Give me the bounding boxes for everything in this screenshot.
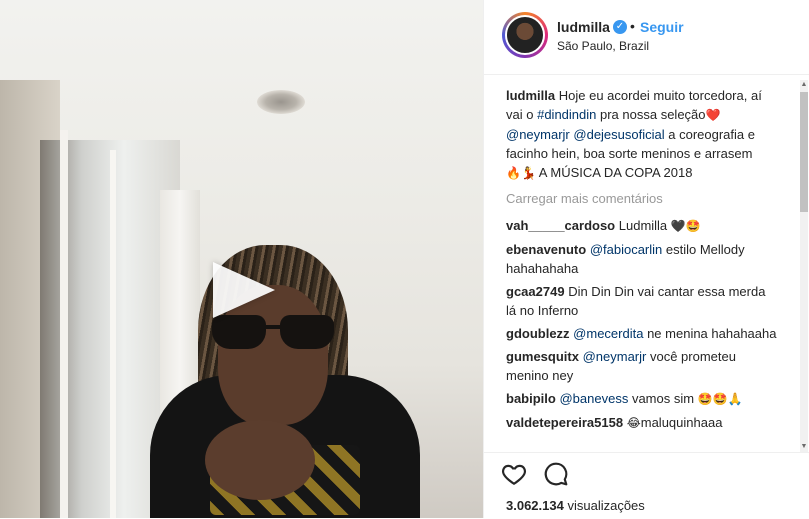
comments-section: ludmilla Hoje eu acordei muito torcedora… — [506, 86, 778, 456]
scroll-down-arrow-icon[interactable]: ▼ — [800, 442, 808, 452]
comment-item: ebenavenuto @fabiocarlin estilo Mellody … — [506, 240, 778, 278]
mention-link[interactable]: @neymarjr — [583, 349, 647, 364]
caption-username[interactable]: ludmilla — [506, 88, 555, 103]
comment-item: valdetepereira5158 😂maluquinhaaa — [506, 413, 778, 433]
avatar[interactable] — [502, 12, 548, 58]
avatar-image — [505, 15, 545, 55]
scrollbar-thumb[interactable] — [800, 92, 808, 212]
load-more-comments[interactable]: Carregar mais comentários — [506, 189, 778, 208]
separator-dot: • — [630, 18, 635, 34]
comment-item: gcaa2749 Din Din Din vai cantar essa mer… — [506, 282, 778, 320]
view-count-number: 3.062.134 — [506, 498, 564, 513]
hands — [205, 420, 315, 500]
comment-username[interactable]: babipilo — [506, 391, 556, 406]
post-actions: 3.062.134 visualizações — [484, 452, 809, 519]
caption-text: A MÚSICA DA COPA 2018 — [538, 165, 693, 180]
verified-badge-icon: ✓ — [613, 20, 627, 34]
sunglasses — [212, 315, 336, 351]
window-frame — [60, 130, 68, 518]
mention-link[interactable]: @banevess — [559, 391, 628, 406]
comment-text: vamos sim — [631, 391, 695, 406]
window-frame — [110, 150, 116, 518]
heart-emoji: ❤️ — [705, 108, 721, 122]
comment-username[interactable]: valdetepereira5158 — [506, 415, 623, 430]
comment-text: ne menina hahahaaha — [647, 326, 777, 341]
comment-username[interactable]: ebenavenuto — [506, 242, 586, 257]
mention-link[interactable]: @fabiocarlin — [590, 242, 662, 257]
post-header: ludmilla ✓ • Seguir São Paulo, Brazil — [484, 0, 809, 75]
post-sidebar: ludmilla ✓ • Seguir São Paulo, Brazil lu… — [483, 0, 809, 518]
lens — [212, 315, 266, 349]
scroll-up-arrow-icon[interactable]: ▲ — [800, 80, 808, 90]
comment-item: gumesquitx @neymarjr você prometeu menin… — [506, 347, 778, 385]
location-link[interactable]: São Paulo, Brazil — [557, 39, 649, 53]
view-count-label: visualizações — [567, 498, 645, 513]
comment-username[interactable]: gcaa2749 — [506, 284, 565, 299]
comment-icon[interactable] — [543, 461, 573, 491]
comments-scrollbar[interactable]: ▲ ▼ — [800, 80, 808, 452]
lens — [280, 315, 334, 349]
comment-item: gdoublezz @mecerdita ne menina hahahaaha — [506, 324, 778, 343]
comment-item: vah_____cardoso Ludmilla 🖤🤩 — [506, 216, 778, 236]
view-count: 3.062.134 visualizações — [506, 498, 645, 513]
username[interactable]: ludmilla — [557, 19, 610, 35]
mention-link[interactable]: @dejesusoficial — [573, 127, 664, 142]
comment-username[interactable]: vah_____cardoso — [506, 218, 615, 233]
caption-emojis: 🔥💃 — [506, 166, 536, 180]
comment-username[interactable]: gdoublezz — [506, 326, 570, 341]
play-icon[interactable] — [213, 262, 275, 318]
comment-username[interactable]: gumesquitx — [506, 349, 579, 364]
mention-link[interactable]: @neymarjr — [506, 127, 570, 142]
caption: ludmilla Hoje eu acordei muito torcedora… — [506, 86, 778, 183]
ceiling-light — [257, 90, 305, 114]
caption-text: pra nossa seleção — [600, 107, 706, 122]
comment-text: maluquinhaaa — [640, 415, 723, 430]
heart-icon[interactable] — [501, 461, 531, 491]
comment-text: Ludmilla — [618, 218, 668, 233]
comment-emoji: 🤩🤩🙏 — [697, 392, 743, 406]
comment-emoji: 😂 — [626, 416, 641, 430]
comment-item: babipilo @banevess vamos sim 🤩🤩🙏 — [506, 389, 778, 409]
video-person — [150, 245, 420, 518]
follow-button[interactable]: Seguir — [640, 19, 684, 35]
video-player[interactable] — [0, 0, 483, 518]
hashtag-link[interactable]: #dindindin — [537, 107, 596, 122]
mention-link[interactable]: @mecerdita — [573, 326, 643, 341]
comment-emoji: 🖤🤩 — [670, 219, 701, 233]
